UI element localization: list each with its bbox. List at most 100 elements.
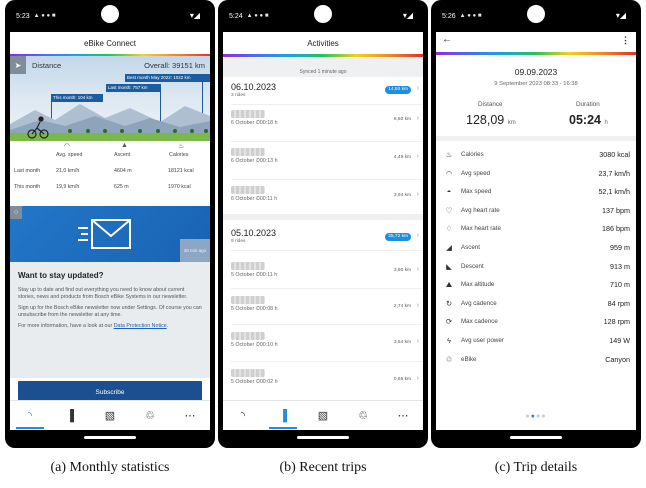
metric-value: 186 bpm <box>602 224 630 234</box>
tab-more[interactable]: ⋯ <box>383 401 423 430</box>
overall-distance: Overall: 39151 km <box>144 60 205 70</box>
status-time: 5:24 <box>229 12 243 20</box>
descent-icon: ◣ <box>446 261 452 271</box>
trip-name-redacted <box>231 148 265 156</box>
bolt-icon: ϟ <box>447 336 451 345</box>
status-icons: ▲ ● ● ■ <box>459 13 482 19</box>
screen: 5:23 ▲ ● ● ■ ▾◢ eBike Connect ➤ Distance… <box>10 0 210 448</box>
distance-card[interactable]: ➤ Distance Overall: 39151 km Best month … <box>10 56 210 141</box>
back-arrow-icon[interactable]: ← <box>442 34 452 45</box>
section-separator <box>436 136 636 141</box>
bottom-tab-bar: ◝ ▐ ▧ ♲ ⋯ <box>223 400 423 430</box>
page-indicator[interactable]: ●●●● <box>436 413 636 420</box>
signal-icon: ▾◢ <box>615 11 626 20</box>
trip-date: 09.09.2023 <box>514 67 558 77</box>
status-time: 5:26 <box>442 12 456 20</box>
speedometer-icon: ◠ <box>64 143 71 150</box>
trip-time-range: 9 September 2023 08:33 - 16:38 <box>494 81 578 87</box>
home-gesture-bar[interactable] <box>297 436 349 439</box>
ascent-icon: ◢ <box>446 243 452 252</box>
distance-label: Distance <box>478 101 503 108</box>
distance-header: ➤ Distance Overall: 39151 km <box>10 56 210 74</box>
tab-map[interactable]: ▧ <box>303 401 343 430</box>
news-title: Want to stay updated? <box>18 271 104 280</box>
this-month-avg-speed: 19,9 km/h <box>56 184 80 190</box>
feed-icon: ◝ <box>240 410 246 422</box>
overflow-menu-icon[interactable]: ⋮ <box>621 35 630 46</box>
chevron-right-icon: › <box>416 302 419 309</box>
metric-label: Max cadence <box>461 318 498 326</box>
more-icon: ⋯ <box>397 410 409 422</box>
chevron-right-icon: › <box>416 232 419 239</box>
duration-number: 05:24 <box>569 113 601 127</box>
news-timestamp: 30 min ago <box>180 239 210 262</box>
distance-label: Distance <box>32 60 62 70</box>
screen: 5:24 ▲ ● ● ■ ▾◢ Activities Synced 1 minu… <box>223 0 423 448</box>
chevron-right-icon: › <box>416 85 419 92</box>
news-paragraph-3: For more information, have a look at our… <box>18 323 202 330</box>
row-label-this-month: This month <box>14 184 41 190</box>
caption-trip-details: (c) Trip details <box>494 460 578 475</box>
tab-more[interactable]: ⋯ <box>170 401 210 430</box>
chevron-right-icon: › <box>416 338 419 345</box>
home-gesture-bar[interactable] <box>84 436 136 439</box>
caption-monthly-statistics: (a) Monthly statistics <box>50 460 170 475</box>
tab-statistics[interactable]: ▐ <box>263 401 303 430</box>
trip-row[interactable]: 6 October ⏲00:13 h <box>231 148 423 178</box>
signal-icon: ▾◢ <box>189 11 200 20</box>
system-nav-bar <box>436 430 636 448</box>
metric-label: Max altitude <box>461 281 495 289</box>
tab-map[interactable]: ▧ <box>90 401 130 430</box>
max-heart-icon: ♢ <box>445 224 453 234</box>
trip-name-redacted <box>231 296 265 304</box>
trip-row[interactable]: 5 October ⏲00:10 h <box>231 332 423 362</box>
home-gesture-bar[interactable] <box>510 436 562 439</box>
last-month-calories: 18121 kcal <box>168 168 194 174</box>
day-separator <box>223 214 423 220</box>
signal-icon: ▾◢ <box>402 11 413 20</box>
last-month-label: Last month: 757 km <box>106 84 161 92</box>
status-time: 5:23 <box>16 12 30 20</box>
screen: 5:26 ▲ ● ● ■ ▾◢ ← ⋮ 09.09.2023 9 Septemb… <box>436 0 636 448</box>
trip-distance: 3,80 km <box>393 268 411 273</box>
divider <box>231 141 423 142</box>
metric-label: Avg heart rate <box>461 206 500 214</box>
lightbulb-icon: ○ <box>10 206 22 219</box>
divider <box>231 250 423 251</box>
trip-distance: 3,54 km <box>393 340 411 345</box>
trip-name-redacted <box>231 110 265 118</box>
bike-icon: ♲ <box>145 410 155 422</box>
trip-row[interactable]: 5 October ⏲00:08 h <box>231 296 423 326</box>
tab-feed[interactable]: ◝ <box>223 401 263 430</box>
cadence-icon: ↻ <box>445 298 453 308</box>
metric-row-9: ⟳ Max cadence 128 rpm <box>442 313 630 330</box>
metric-label: Max heart rate <box>461 225 501 233</box>
trip-name-redacted <box>231 262 265 270</box>
metric-value: 149 W <box>609 336 630 345</box>
col-header-ascent: Ascent <box>114 152 131 158</box>
trip-row[interactable]: 5 October ⏲00:02 h <box>231 369 423 399</box>
data-protection-link[interactable]: Data Protection Notice <box>114 323 167 329</box>
altitude-icon: ⛰ <box>445 279 453 289</box>
duration-label: Duration <box>576 101 600 108</box>
news-p3-suffix: . <box>166 323 169 330</box>
metric-row-7: ⛰ Max altitude 710 m <box>442 276 630 293</box>
newsletter-image[interactable]: ○ 30 min ago <box>10 206 210 262</box>
tab-statistics[interactable]: ▐ <box>50 401 90 430</box>
trip-name-redacted <box>231 369 265 377</box>
tab-ebike[interactable]: ♲ <box>343 401 383 430</box>
tab-ebike[interactable]: ♲ <box>130 401 170 430</box>
divider <box>231 104 423 105</box>
max-cadence-icon: ⟳ <box>445 317 453 327</box>
metric-row-5: ◢ Ascent 959 m <box>442 239 630 256</box>
metric-label: Avg cadence <box>461 299 497 307</box>
trip-row[interactable]: 6 October ⏲00:18 h <box>231 110 423 140</box>
app-title: eBike Connect <box>83 38 137 48</box>
trip-row[interactable]: 6 October ⏲00:11 h <box>231 186 423 216</box>
duration-value: 05:24 h <box>569 113 608 127</box>
metric-label: eBike <box>461 355 477 363</box>
chevron-right-icon: › <box>416 153 419 160</box>
news-paragraph-2: Sign up for the Bosch eBike newsletter n… <box>18 305 202 318</box>
chevron-right-icon: › <box>416 115 419 122</box>
tab-feed[interactable]: ◝ <box>10 401 50 430</box>
